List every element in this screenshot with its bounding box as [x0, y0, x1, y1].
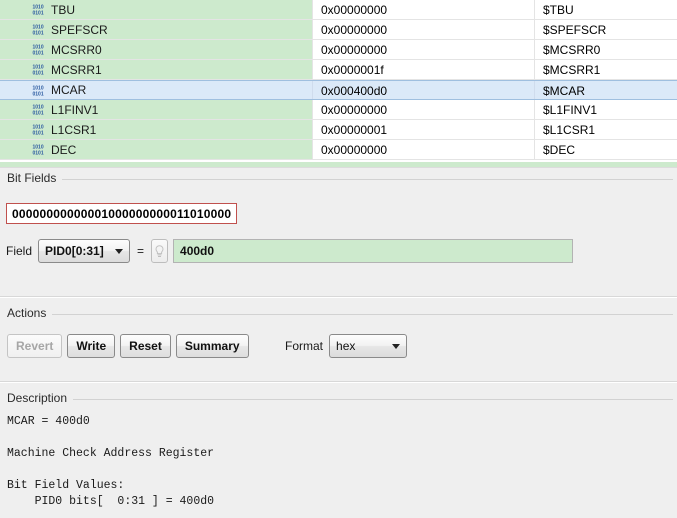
- table-row[interactable]: 1010 0101 MCSRR0 0x00000000 $MCSRR0: [0, 40, 677, 60]
- description-section: Description MCAR = 400d0 Machine Check A…: [0, 390, 677, 518]
- reset-button[interactable]: Reset: [120, 334, 171, 358]
- binary-register-icon: 1010 0101: [32, 103, 45, 116]
- format-select-wrapper[interactable]: hexdecoctbin: [329, 334, 408, 358]
- register-name-cell[interactable]: 1010 0101 SPEFSCR: [0, 20, 313, 39]
- action-buttons-group: Revert Write Reset Summary: [7, 333, 254, 359]
- register-expression-cell[interactable]: $DEC: [535, 140, 677, 159]
- svg-text:0101: 0101: [33, 91, 44, 97]
- svg-text:0101: 0101: [33, 130, 44, 136]
- actions-title: Actions: [7, 305, 53, 321]
- summary-button[interactable]: Summary: [175, 334, 249, 358]
- description-text: MCAR = 400d0 Machine Check Address Regis…: [7, 415, 215, 508]
- binary-register-icon: 1010 0101: [32, 143, 45, 156]
- register-expression-cell[interactable]: $MCAR: [535, 81, 677, 99]
- register-name-cell[interactable]: 1010 0101 MCAR: [0, 81, 313, 99]
- field-select[interactable]: PID0[0:31]: [38, 239, 131, 263]
- bit-fields-header: Bit Fields: [0, 170, 677, 188]
- register-name-label: TBU: [51, 2, 75, 17]
- svg-text:0101: 0101: [33, 50, 44, 56]
- register-name-label: MCSRR1: [51, 62, 102, 77]
- binary-value-display[interactable]: 00000000000001000000000011010000: [6, 203, 238, 224]
- table-row[interactable]: 1010 0101 SPEFSCR 0x00000000 $SPEFSCR: [0, 20, 677, 40]
- table-row[interactable]: 1010 0101 DEC 0x00000000 $DEC: [0, 140, 677, 160]
- svg-text:0101: 0101: [33, 30, 44, 36]
- register-value-cell[interactable]: 0x0000001f: [313, 60, 535, 79]
- register-table-bottom-edge: [0, 162, 677, 168]
- register-name-cell[interactable]: 1010 0101 L1FINV1: [0, 100, 313, 119]
- binary-register-icon: 1010 0101: [32, 3, 45, 16]
- table-row[interactable]: 1010 0101 MCAR 0x000400d0 $MCAR: [0, 80, 677, 100]
- register-name-label: SPEFSCR: [51, 22, 108, 37]
- write-button[interactable]: Write: [67, 334, 116, 358]
- register-value-cell[interactable]: 0x00000000: [313, 0, 535, 19]
- section-divider-description: [0, 381, 677, 383]
- register-name-label: MCAR: [51, 83, 87, 97]
- binary-register-icon: 1010 0101: [32, 43, 45, 56]
- register-name-cell[interactable]: 1010 0101 MCSRR0: [0, 40, 313, 59]
- register-name-cell[interactable]: 1010 0101 DEC: [0, 140, 313, 159]
- register-value-cell[interactable]: 0x00000001: [313, 120, 535, 139]
- equals-label: =: [137, 244, 145, 258]
- register-expression-cell[interactable]: $L1FINV1: [535, 100, 677, 119]
- field-select-wrapper[interactable]: PID0[0:31]: [38, 239, 131, 263]
- register-value-cell[interactable]: 0x00000000: [313, 20, 535, 39]
- register-name-label: DEC: [51, 142, 77, 157]
- svg-text:0101: 0101: [33, 70, 44, 76]
- actions-section: Actions Revert Write Reset Summary Format h…: [0, 305, 677, 375]
- register-expression-cell[interactable]: $MCSRR0: [535, 40, 677, 59]
- register-expression-cell[interactable]: $L1CSR1: [535, 120, 677, 139]
- bit-fields-rule: [7, 179, 673, 180]
- field-editor-row: Field PID0[0:31] =: [6, 238, 574, 264]
- svg-text:0101: 0101: [33, 10, 44, 16]
- table-row[interactable]: 1010 0101 L1FINV1 0x00000000 $L1FINV1: [0, 100, 677, 120]
- register-name-cell[interactable]: 1010 0101 TBU: [0, 0, 313, 19]
- register-expression-cell[interactable]: $TBU: [535, 0, 677, 19]
- binary-register-icon: 1010 0101: [32, 123, 45, 136]
- register-name-cell[interactable]: 1010 0101 L1CSR1: [0, 120, 313, 139]
- register-value-cell[interactable]: 0x00000000: [313, 100, 535, 119]
- bit-fields-title: Bit Fields: [7, 170, 63, 186]
- description-title: Description: [7, 390, 74, 406]
- actions-rule: [7, 314, 673, 315]
- section-divider-actions: [0, 296, 677, 298]
- table-row[interactable]: 1010 0101 L1CSR1 0x00000001 $L1CSR1: [0, 120, 677, 140]
- register-name-cell[interactable]: 1010 0101 MCSRR1: [0, 60, 313, 79]
- revert-button: Revert: [7, 334, 63, 358]
- register-name-label: MCSRR0: [51, 42, 102, 57]
- register-name-label: L1FINV1: [51, 102, 99, 117]
- binary-register-icon: 1010 0101: [32, 63, 45, 76]
- table-row[interactable]: 1010 0101 MCSRR1 0x0000001f $MCSRR1: [0, 60, 677, 80]
- actions-header: Actions: [0, 305, 677, 323]
- bit-field-hint-button[interactable]: [151, 239, 169, 263]
- binary-register-icon: 1010 0101: [32, 84, 45, 97]
- bit-fields-section: Bit Fields 00000000000001000000000011010…: [0, 170, 677, 290]
- register-value-cell[interactable]: 0x000400d0: [313, 81, 535, 99]
- register-value-cell[interactable]: 0x00000000: [313, 140, 535, 159]
- register-name-label: L1CSR1: [51, 122, 97, 137]
- format-label: Format: [285, 339, 324, 353]
- register-table[interactable]: 1010 0101 TBU 0x00000000 $TBU 1010 0101 SPEFSCR…: [0, 0, 677, 162]
- field-value-input[interactable]: [173, 239, 574, 263]
- format-select[interactable]: hexdecoctbin: [329, 334, 408, 358]
- format-group: Format hexdecoctbin: [285, 333, 408, 359]
- field-label: Field: [6, 244, 33, 258]
- description-header: Description: [0, 390, 677, 408]
- svg-text:0101: 0101: [33, 110, 44, 116]
- register-value-cell[interactable]: 0x00000000: [313, 40, 535, 59]
- table-row[interactable]: 1010 0101 TBU 0x00000000 $TBU: [0, 0, 677, 20]
- svg-text:0101: 0101: [33, 150, 44, 156]
- binary-register-icon: 1010 0101: [32, 23, 45, 36]
- register-expression-cell[interactable]: $SPEFSCR: [535, 20, 677, 39]
- description-rule: [7, 399, 673, 400]
- register-expression-cell[interactable]: $MCSRR1: [535, 60, 677, 79]
